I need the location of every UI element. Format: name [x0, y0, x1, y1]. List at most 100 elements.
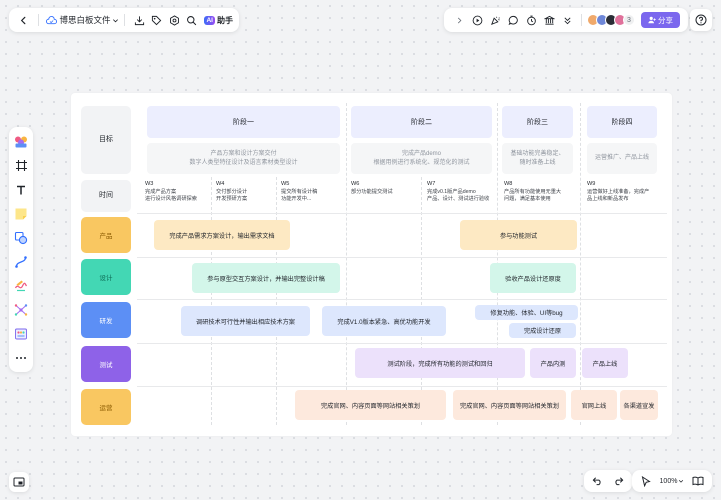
- task-ops-website-launch[interactable]: 官网上线: [571, 390, 617, 420]
- time-label: 时间: [81, 180, 131, 212]
- comment-icon[interactable]: [504, 11, 522, 29]
- week-w7: W7 完成v0.1版产品demo 产品、设计、测试进行验收: [427, 181, 489, 203]
- week-line: 问题，满足基本使用: [504, 196, 551, 203]
- roadmap-board[interactable]: 目标 时间 阶段一 阶段二 阶段三 阶段四 产品方案和设计方案交付 数字人类型特征…: [71, 93, 672, 436]
- templates-tool[interactable]: [11, 132, 31, 152]
- timer-icon[interactable]: [522, 11, 540, 29]
- party-icon[interactable]: [486, 11, 504, 29]
- document-title-text: 博思白板文件: [59, 15, 111, 25]
- history-controls: [584, 470, 632, 492]
- week-number: W8: [504, 181, 513, 187]
- back-icon[interactable]: [15, 11, 33, 29]
- double-chevron-down-icon[interactable]: [558, 11, 576, 29]
- week-line: 进行设计风格调研探索: [145, 196, 197, 203]
- task-dev-v1[interactable]: 完成V1.0版本紧急、高优功能开发: [322, 306, 446, 336]
- task-design-acceptance[interactable]: 验收产品设计还原度: [490, 263, 576, 293]
- shape-tool[interactable]: [11, 228, 31, 248]
- reading-mode-button[interactable]: [689, 472, 707, 490]
- week-w8: W8 产品所有功能使用无重大 问题，满足基本使用: [504, 181, 561, 203]
- task-test-regression[interactable]: 测试阶段，完成所有功能的测试和回归: [355, 348, 525, 378]
- row-divider: [137, 299, 667, 300]
- more-horizontal-icon: [15, 356, 27, 360]
- week-divider: [211, 177, 212, 425]
- task-dev-research[interactable]: 调研技术可行性并输出相应技术方案: [181, 306, 310, 336]
- task-ops-website-plan-2[interactable]: 完成官网、内容页面等网站相关策划: [453, 390, 566, 420]
- left-tool-rail: [9, 127, 33, 372]
- week-number: W3: [145, 181, 154, 187]
- task-dev-design-restore[interactable]: 完成设计还原: [509, 323, 576, 338]
- table-tool[interactable]: [11, 324, 31, 344]
- shape-icon: [14, 231, 28, 245]
- stage-desc-line: 完成产品demo: [401, 150, 441, 157]
- top-toolbar-right: 3 分享: [444, 8, 688, 32]
- stage-desc-1: 产品方案和设计方案交付 数字人类型特征设计及语言素材类型设计: [147, 143, 340, 174]
- stage-desc-3: 基础功能完善稳定、 随时准备上线: [502, 143, 573, 174]
- stage-desc-line: 基础功能完善稳定、: [510, 150, 565, 157]
- help-icon: [695, 14, 707, 26]
- ai-assistant-button[interactable]: AI 助手: [204, 15, 233, 26]
- week-number: W5: [281, 181, 290, 187]
- minimap-button[interactable]: [9, 472, 29, 492]
- sticky-note-tool[interactable]: [11, 204, 31, 224]
- stage-desc-line: 根据用例进行系统化、规范化的测试: [373, 159, 470, 166]
- week-divider: [276, 177, 277, 425]
- tag-icon[interactable]: [148, 11, 166, 29]
- redo-button[interactable]: [610, 472, 628, 490]
- week-w5: W5 提交所有设计稿 功能开发中...: [281, 181, 317, 203]
- share-button[interactable]: 分享: [641, 12, 680, 28]
- week-number: W4: [216, 181, 225, 187]
- week-w9: W9 运营做好上线准备，完成产 品上线和新品发布: [587, 181, 649, 203]
- text-icon: [15, 184, 27, 196]
- stage-desc-line: 运营推广、产品上线: [594, 155, 649, 162]
- task-product-requirements[interactable]: 完成产品需求方案设计，输出需求文档: [154, 220, 290, 250]
- divider: [581, 14, 582, 26]
- redo-icon: [613, 476, 624, 486]
- task-ops-channel-promo[interactable]: 各渠道宣发: [620, 390, 658, 420]
- task-dev-bugfix[interactable]: 修复功能、体验、UI等bug: [475, 305, 578, 320]
- chevron-down-icon: [678, 478, 684, 484]
- cursor-icon: [641, 475, 651, 487]
- mindmap-tool[interactable]: [11, 300, 31, 320]
- stage-header-3: 阶段三: [502, 106, 573, 138]
- stage-divider: [346, 103, 347, 425]
- task-test-beta[interactable]: 产品内测: [530, 348, 576, 378]
- search-icon[interactable]: [183, 11, 201, 29]
- chevron-down-icon: [112, 17, 119, 24]
- play-icon[interactable]: [468, 11, 486, 29]
- download-icon[interactable]: [130, 11, 148, 29]
- pen-icon: [14, 279, 28, 293]
- connector-tool[interactable]: [11, 252, 31, 272]
- task-test-launch[interactable]: 产品上线: [582, 348, 628, 378]
- zoom-level-dropdown[interactable]: 100%: [660, 478, 685, 485]
- document-title[interactable]: 博思白板文件: [46, 14, 119, 26]
- more-tools[interactable]: [11, 348, 31, 368]
- templates-icon: [14, 135, 28, 149]
- row-divider: [137, 386, 667, 387]
- help-button[interactable]: [690, 9, 712, 31]
- pen-tool[interactable]: [11, 276, 31, 296]
- frame-tool[interactable]: [11, 156, 31, 176]
- minimap-icon: [13, 477, 25, 487]
- chevron-right-icon[interactable]: [450, 11, 468, 29]
- undo-icon: [592, 476, 603, 486]
- week-number: W9: [587, 181, 596, 187]
- divider: [37, 14, 39, 26]
- settings-icon[interactable]: [165, 11, 183, 29]
- mindmap-icon: [14, 303, 28, 317]
- role-product: 产品: [81, 217, 131, 253]
- task-design-prototype[interactable]: 参与原型交互方案设计，并输出完整设计稿: [192, 263, 340, 293]
- top-toolbar-left: 博思白板文件 AI 助手: [9, 8, 239, 32]
- connector-icon: [14, 255, 28, 269]
- book-icon: [692, 476, 704, 486]
- collaborator-avatars[interactable]: 3: [587, 14, 635, 26]
- select-tool-button[interactable]: [637, 472, 655, 490]
- stage-header-1: 阶段一: [147, 106, 340, 138]
- goal-label: 目标: [81, 106, 131, 174]
- text-tool[interactable]: [11, 180, 31, 200]
- library-icon[interactable]: [540, 11, 558, 29]
- task-ops-website-plan-1[interactable]: 完成官网、内容页面等网站相关策划: [295, 390, 446, 420]
- undo-button[interactable]: [589, 472, 607, 490]
- week-w3: W3 完成产品方案 进行设计风格调研探索: [145, 181, 197, 203]
- stage-desc-line: 数字人类型特征设计及语言素材类型设计: [189, 159, 298, 166]
- task-product-testing[interactable]: 参与功能测试: [460, 220, 577, 250]
